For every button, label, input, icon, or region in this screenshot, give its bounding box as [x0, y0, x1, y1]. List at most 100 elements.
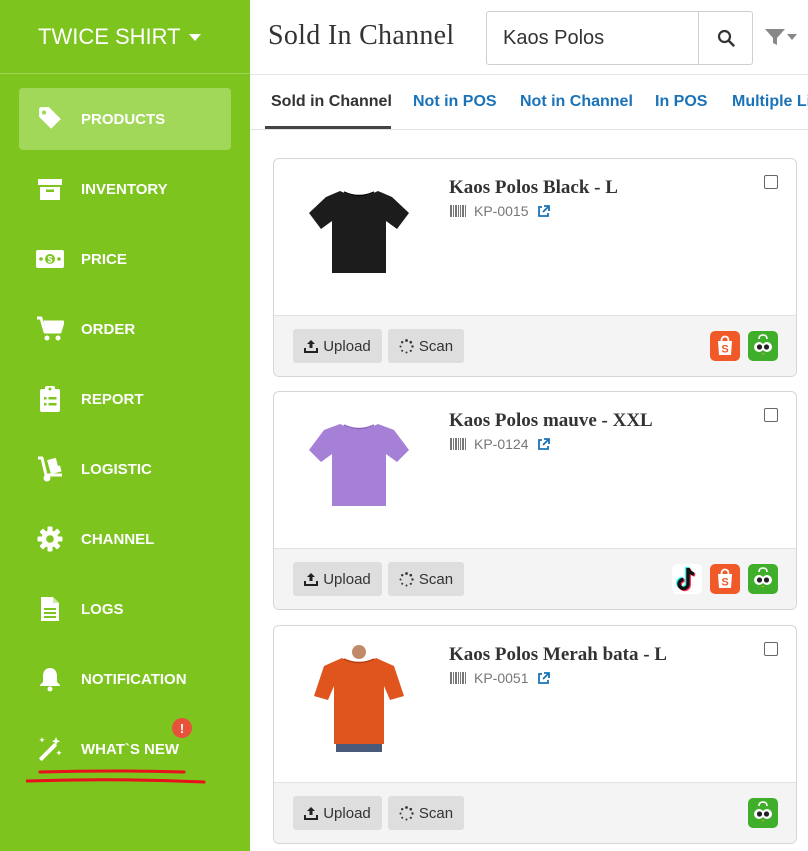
svg-text:S: S [721, 344, 728, 356]
tokopedia-icon[interactable] [748, 798, 778, 828]
sidebar-item-label: PRODUCTS [81, 110, 166, 128]
tab-sold-in-channel[interactable]: Sold in Channel [271, 93, 392, 111]
sidebar-item-label: LOGISTIC [81, 460, 152, 478]
upload-button[interactable]: Upload [293, 562, 382, 596]
channel-list: S [710, 331, 778, 361]
app: TWICE SHIRT PRODUCTS INVENTORY $ PRICE O… [0, 0, 808, 851]
tab-multiple-listing[interactable]: Multiple Li [732, 93, 808, 111]
spinner-icon [399, 805, 414, 820]
sidebar-item-logistic[interactable]: LOGISTIC [19, 438, 231, 500]
sidebar-item-products[interactable]: PRODUCTS [19, 88, 231, 150]
product-name: Kaos Polos Black - L [449, 177, 618, 198]
select-checkbox[interactable] [764, 175, 778, 189]
scan-button[interactable]: Scan [388, 562, 464, 596]
sidebar-item-notification[interactable]: NOTIFICATION [19, 648, 231, 710]
barcode-icon [450, 438, 466, 450]
spinner-icon [399, 338, 414, 353]
product-sku: KP-0051 [450, 670, 551, 686]
sku-code: KP-0015 [474, 203, 529, 219]
scan-button[interactable]: Scan [388, 329, 464, 363]
tshirt-shape [314, 658, 404, 744]
tshirt-shape [309, 191, 409, 273]
annotation-underline [26, 769, 206, 784]
upload-icon [304, 573, 319, 586]
upload-label: Upload [323, 337, 371, 355]
sidebar-item-label: ORDER [81, 320, 136, 338]
scan-label: Scan [418, 804, 454, 822]
brand-name: TWICE SHIRT [38, 23, 181, 49]
tab-bar: Sold in Channel Not in POS Not in Channe… [250, 75, 808, 130]
bell-icon [19, 648, 81, 710]
scan-label: Scan [418, 570, 454, 588]
product-card: Kaos Polos Black - L KP-0015 Upload Scan… [273, 158, 797, 377]
product-image [314, 645, 404, 752]
sku-code: KP-0051 [474, 670, 529, 686]
product-card: Kaos Polos Merah bata - L KP-0051 Upload… [273, 625, 797, 844]
sidebar-item-label: INVENTORY [81, 180, 168, 198]
channel-list: S [672, 564, 778, 594]
external-link-icon[interactable] [537, 204, 551, 218]
tiktok-icon[interactable] [672, 564, 702, 594]
sidebar-item-label: WHAT`S NEW [81, 740, 180, 758]
external-link-icon[interactable] [537, 671, 551, 685]
file-icon [19, 578, 81, 640]
product-image [309, 424, 409, 506]
sku-code: KP-0124 [474, 436, 529, 452]
tab-not-in-channel[interactable]: Not in Channel [520, 93, 633, 111]
shopee-icon[interactable]: S [710, 331, 740, 361]
sidebar-item-label: REPORT [81, 390, 144, 408]
external-link-icon[interactable] [537, 437, 551, 451]
product-sku: KP-0124 [450, 436, 551, 452]
upload-icon [304, 340, 319, 353]
sidebar-item-channel[interactable]: CHANNEL [19, 508, 231, 570]
select-checkbox[interactable] [764, 642, 778, 656]
sidebar-item-report[interactable]: REPORT [19, 368, 231, 430]
barcode-icon [450, 205, 466, 217]
archive-icon [19, 158, 81, 220]
upload-label: Upload [323, 804, 371, 822]
sidebar-item-label: NOTIFICATION [81, 670, 187, 688]
tab-not-in-pos[interactable]: Not in POS [413, 93, 497, 111]
tag-icon [19, 88, 81, 150]
sidebar-item-label: CHANNEL [81, 530, 155, 548]
tokopedia-icon[interactable] [748, 331, 778, 361]
sidebar-item-price[interactable]: $ PRICE [19, 228, 231, 290]
tab-in-pos[interactable]: In POS [655, 93, 707, 111]
tshirt-shape [309, 424, 409, 506]
money-icon: $ [19, 228, 81, 290]
clipboard-icon [19, 368, 81, 430]
spinner-icon [399, 571, 414, 586]
filter-dropdown-button[interactable] [764, 25, 798, 49]
upload-button[interactable]: Upload [293, 796, 382, 830]
search-button[interactable] [698, 12, 752, 64]
shopee-icon[interactable]: S [710, 564, 740, 594]
search-icon [717, 29, 735, 47]
search-input[interactable] [487, 12, 698, 64]
scan-button[interactable]: Scan [388, 796, 464, 830]
product-image [309, 191, 409, 273]
upload-icon [304, 807, 319, 820]
tokopedia-icon[interactable] [748, 564, 778, 594]
dolly-icon [19, 438, 81, 500]
cart-icon [19, 298, 81, 360]
upload-button[interactable]: Upload [293, 329, 382, 363]
product-name: Kaos Polos Merah bata - L [449, 644, 667, 665]
sidebar-item-order[interactable]: ORDER [19, 298, 231, 360]
barcode-icon [450, 672, 466, 684]
page-title: Sold In Channel [268, 20, 455, 51]
filter-icon [765, 29, 797, 45]
select-checkbox[interactable] [764, 408, 778, 422]
search-bar [486, 11, 753, 65]
product-card: Kaos Polos mauve - XXL KP-0124 Upload Sc… [273, 391, 797, 610]
sidebar-item-logs[interactable]: LOGS [19, 578, 231, 640]
scan-label: Scan [418, 337, 454, 355]
sidebar: TWICE SHIRT PRODUCTS INVENTORY $ PRICE O… [0, 0, 250, 851]
sidebar-item-label: LOGS [81, 600, 124, 618]
sidebar-item-inventory[interactable]: INVENTORY [19, 158, 231, 220]
gear-icon [19, 508, 81, 570]
caret-down-icon [188, 34, 201, 41]
sidebar-item-label: PRICE [81, 250, 127, 268]
active-tab-indicator [265, 126, 391, 129]
brand-dropdown[interactable]: TWICE SHIRT [0, 0, 250, 74]
svg-text:$: $ [47, 255, 52, 265]
